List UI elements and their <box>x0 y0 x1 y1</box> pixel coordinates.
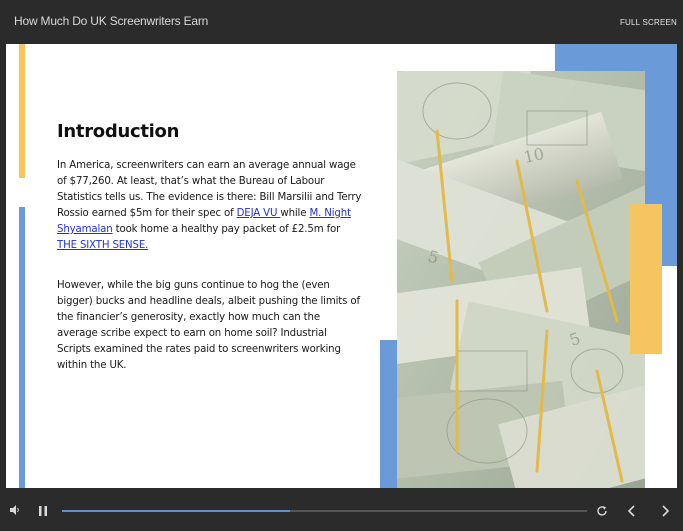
course-title: How Much Do UK Screenwriters Earn <box>14 14 209 28</box>
intro-paragraph: In America, screenwriters can earn an av… <box>57 158 362 254</box>
paragraph-text: took home a healthy pay packet of £2.5m … <box>112 224 341 235</box>
link-deja-vu[interactable]: DEJA VU <box>237 208 281 219</box>
yellow-decor-block <box>630 204 662 354</box>
blue-accent-bar <box>19 207 25 488</box>
dollar-bills-image: 10 5 5 <box>397 71 645 488</box>
top-bar: How Much Do UK Screenwriters Earn FULL S… <box>0 0 683 44</box>
yellow-accent-bar <box>19 44 25 178</box>
fullscreen-button[interactable]: FULL SCREEN <box>620 18 677 27</box>
next-icon[interactable] <box>660 504 670 522</box>
progress-bar[interactable] <box>62 510 587 512</box>
volume-icon[interactable] <box>9 503 21 521</box>
second-paragraph: However, while the big guns continue to … <box>57 280 360 371</box>
slide: Introduction In America, screenwriters c… <box>6 44 677 488</box>
replay-icon[interactable] <box>596 504 608 522</box>
progress-fill <box>62 510 291 512</box>
slide-heading: Introduction <box>57 121 180 142</box>
previous-icon[interactable] <box>627 504 637 522</box>
money-photo: 10 5 5 <box>397 71 645 488</box>
paragraph-text: while <box>280 208 310 219</box>
pause-icon[interactable] <box>38 504 48 522</box>
link-the-sixth-sense[interactable]: THE SIXTH SENSE. <box>57 240 148 251</box>
player-controls <box>0 488 683 531</box>
